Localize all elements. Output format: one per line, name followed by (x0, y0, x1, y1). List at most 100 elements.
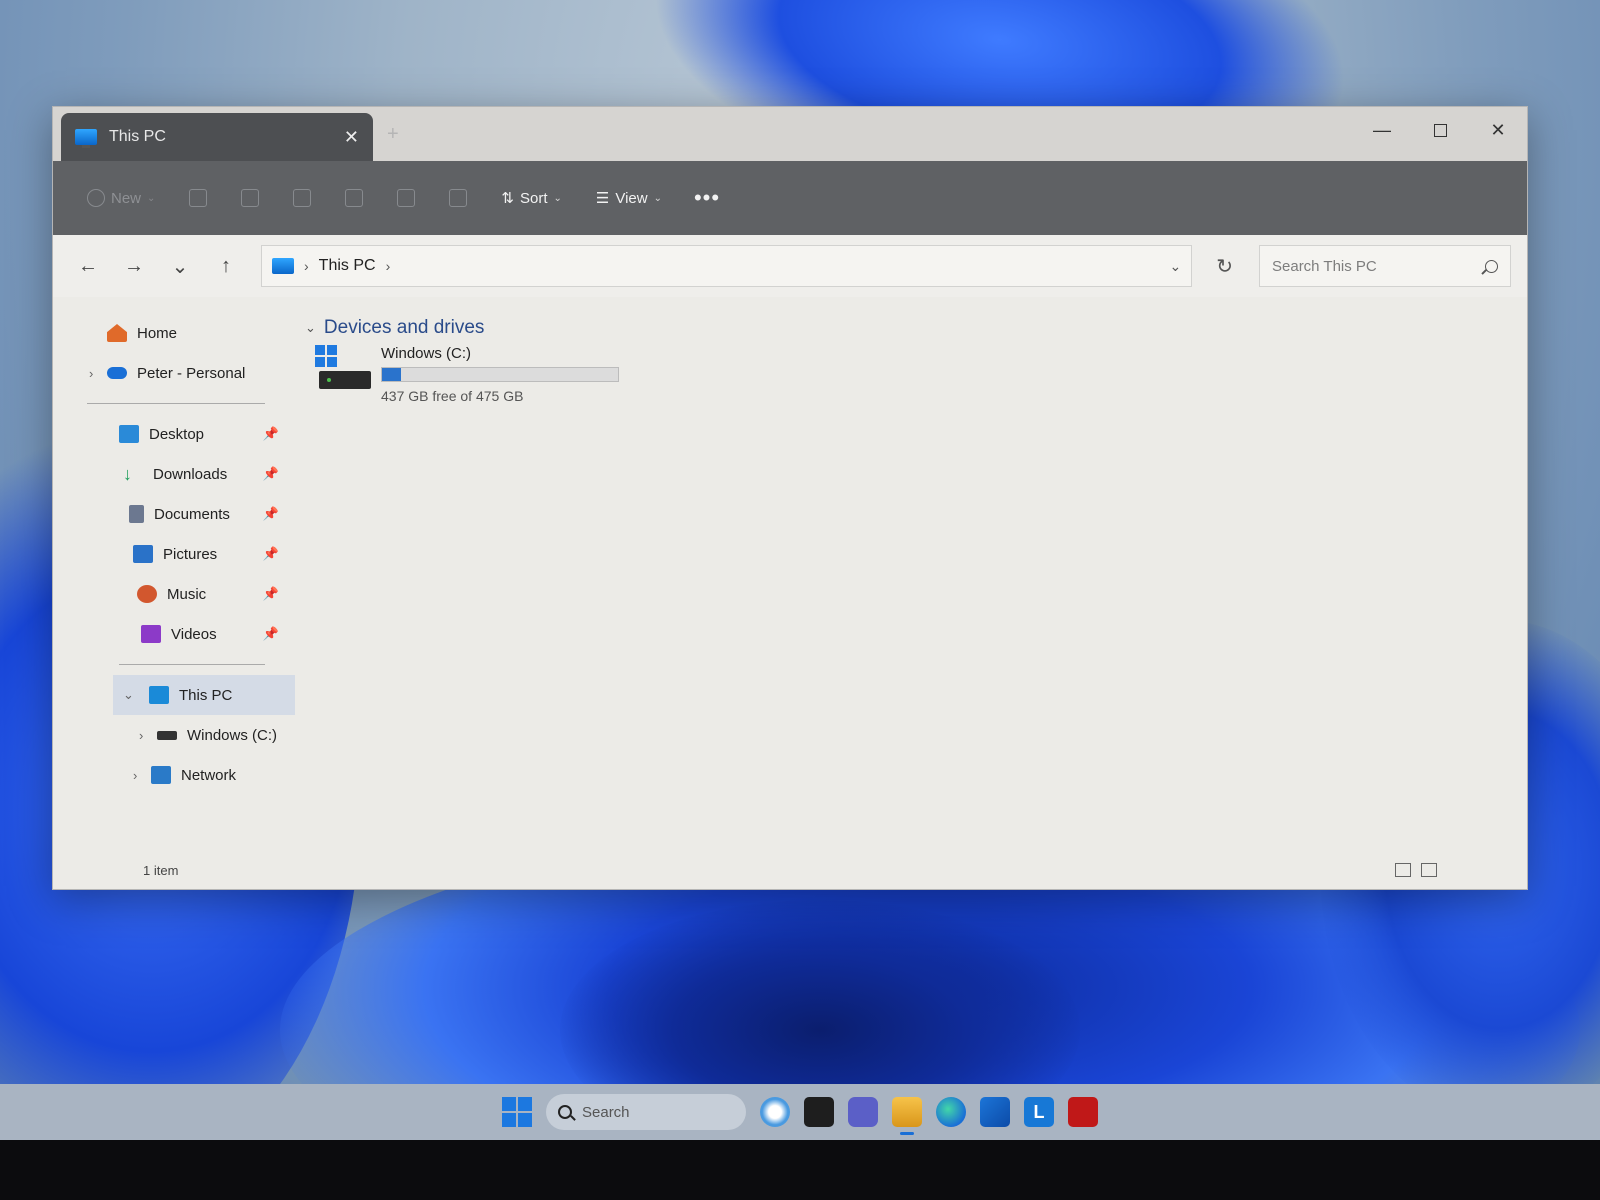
drive-name: Windows (C:) (381, 345, 472, 362)
sidebar-item-home[interactable]: Home (53, 313, 295, 353)
chevron-down-icon[interactable]: ⌄ (123, 687, 141, 703)
sidebar-item-music[interactable]: Music 📌 (53, 574, 295, 614)
new-tab-button[interactable]: + (387, 123, 399, 146)
sidebar-item-windows-c[interactable]: › Windows (C:) (53, 715, 295, 755)
tiles-view-icon[interactable] (1421, 863, 1437, 877)
sidebar-item-documents[interactable]: Documents 📌 (53, 494, 295, 534)
view-button[interactable]: ☰ View ⌄ (584, 183, 674, 213)
sidebar-divider (87, 403, 265, 404)
drive-usage-fill (382, 368, 401, 381)
delete-button[interactable] (437, 183, 479, 213)
chevron-right-icon[interactable]: › (89, 366, 107, 381)
pin-icon: 📌 (262, 466, 279, 481)
command-bar: New ⌄ ⇅ Sort ⌄ ☰ View ⌄ ••• (53, 161, 1527, 235)
documents-icon (129, 505, 144, 523)
view-label: View (615, 189, 648, 207)
l-app-icon[interactable]: L (1024, 1097, 1054, 1127)
section-title: Devices and drives (323, 317, 485, 338)
sidebar-item-desktop[interactable]: Desktop 📌 (53, 414, 295, 454)
pin-icon: 📌 (262, 626, 279, 641)
taskbar-search[interactable]: Search (546, 1094, 746, 1130)
sidebar-item-videos[interactable]: Videos 📌 (53, 614, 295, 654)
edge-icon[interactable] (936, 1097, 966, 1127)
breadcrumb-this-pc[interactable]: This PC (319, 257, 376, 275)
forward-button[interactable]: → (115, 247, 153, 285)
sidebar-item-pictures[interactable]: Pictures 📌 (53, 534, 295, 574)
file-explorer-icon[interactable] (892, 1097, 922, 1135)
sidebar-item-label: Windows (C:) (187, 726, 278, 744)
chevron-down-icon[interactable]: ⌄ (305, 320, 316, 336)
chevron-down-icon: ⌄ (553, 192, 562, 204)
paste-button[interactable] (281, 183, 323, 213)
tab-this-pc[interactable]: This PC ✕ (61, 113, 373, 161)
up-button[interactable]: ↑ (207, 247, 245, 285)
recent-locations-button[interactable]: ⌄ (161, 247, 199, 285)
address-bar[interactable]: › This PC › ⌄ (261, 245, 1193, 287)
sidebar-item-downloads[interactable]: ↓ Downloads 📌 (53, 454, 295, 494)
maximize-button[interactable] (1411, 107, 1469, 153)
drive-icon (315, 345, 371, 393)
search-input[interactable] (1272, 257, 1485, 275)
search-icon[interactable] (1485, 259, 1498, 273)
task-view-icon[interactable] (804, 1097, 834, 1127)
pin-icon: 📌 (262, 546, 279, 561)
maximize-icon (1433, 123, 1447, 137)
new-button[interactable]: New ⌄ (75, 183, 167, 213)
mcafee-icon[interactable] (1068, 1097, 1098, 1127)
new-label: New (111, 189, 142, 207)
start-button[interactable] (502, 1097, 532, 1127)
sidebar-item-label: Network (181, 766, 237, 784)
minimize-button[interactable]: — (1353, 107, 1411, 153)
chevron-right-icon[interactable]: › (133, 768, 151, 783)
status-bar: 1 item (53, 851, 1527, 889)
sidebar-item-label: Pictures (163, 545, 218, 563)
drive-icon (157, 730, 177, 740)
taskbar-search-label: Search (582, 1103, 630, 1121)
sidebar-item-label: Home (137, 324, 178, 342)
sidebar-item-onedrive[interactable]: › Peter - Personal (53, 353, 295, 393)
screen-bezel (0, 1140, 1600, 1200)
bing-icon[interactable] (760, 1097, 790, 1127)
chevron-down-icon: ⌄ (147, 192, 156, 204)
sort-button[interactable]: ⇅ Sort ⌄ (489, 183, 573, 213)
breadcrumb-separator[interactable]: › (386, 258, 391, 274)
refresh-button[interactable]: ↻ (1216, 254, 1233, 279)
downloads-icon: ↓ (123, 464, 132, 484)
store-icon[interactable] (980, 1097, 1010, 1127)
this-pc-icon (75, 129, 97, 148)
cut-button[interactable] (177, 183, 219, 213)
cut-icon (189, 189, 208, 207)
rename-button[interactable] (333, 183, 375, 213)
more-options-button[interactable]: ••• (684, 185, 730, 211)
share-icon (397, 189, 416, 207)
sidebar-item-label: Documents (154, 505, 230, 523)
close-window-button[interactable]: ✕ (1469, 107, 1527, 153)
view-icon: ☰ (595, 190, 610, 207)
pin-icon: 📌 (262, 426, 279, 441)
sidebar-item-this-pc[interactable]: ⌄ This PC (113, 675, 295, 715)
tab-close-icon[interactable]: ✕ (344, 127, 359, 148)
rename-icon (345, 189, 364, 207)
details-view-icon[interactable] (1395, 863, 1411, 877)
address-dropdown-icon[interactable]: ⌄ (1170, 258, 1182, 275)
sort-label: Sort (519, 189, 548, 207)
back-button[interactable]: ← (69, 247, 107, 285)
breadcrumb-separator[interactable]: › (304, 258, 309, 274)
desktop-icon (119, 425, 139, 443)
chevron-right-icon[interactable]: › (139, 728, 157, 743)
chat-icon[interactable] (848, 1097, 878, 1127)
share-button[interactable] (385, 183, 427, 213)
pin-icon: 📌 (262, 506, 279, 521)
navigation-pane: Home › Peter - Personal Desktop 📌 ↓ Down… (53, 297, 295, 843)
copy-button[interactable] (229, 183, 271, 213)
home-icon (107, 324, 127, 342)
this-pc-icon (272, 258, 294, 274)
content-pane: ⌄ Devices and drives Windows (C:) 437 GB… (295, 297, 1527, 843)
delete-icon (449, 189, 468, 207)
section-header[interactable]: ⌄ Devices and drives (305, 317, 1517, 339)
search-box[interactable] (1259, 245, 1511, 287)
drive-usage-bar (381, 367, 619, 382)
this-pc-icon (149, 686, 169, 704)
sidebar-item-network[interactable]: › Network (53, 755, 295, 795)
drive-tile-windows-c[interactable]: Windows (C:) 437 GB free of 475 GB (315, 345, 1517, 404)
